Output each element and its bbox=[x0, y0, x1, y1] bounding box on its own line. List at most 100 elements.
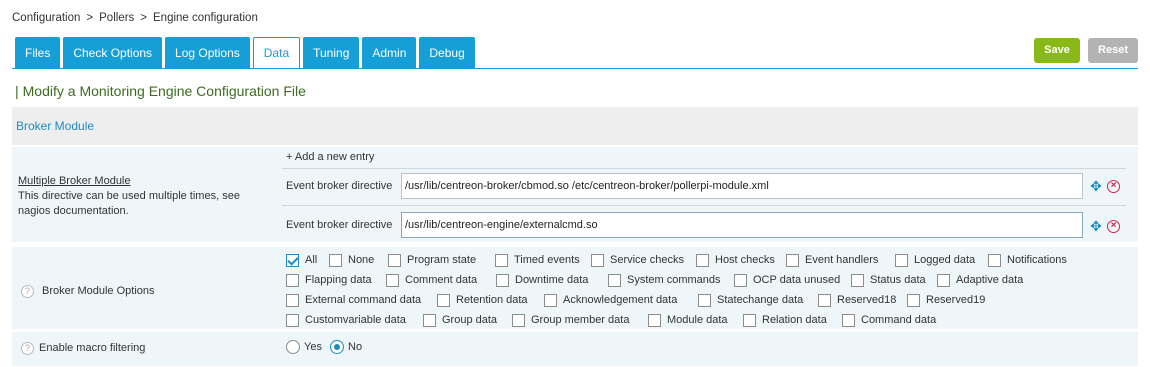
option-downtime-data[interactable]: Downtime data bbox=[496, 273, 588, 287]
option-label: OCP data unused bbox=[753, 274, 841, 286]
move-icon[interactable]: ✥ bbox=[1089, 179, 1103, 193]
option-adaptive-data[interactable]: Adaptive data bbox=[937, 273, 1023, 287]
radio-label: Yes bbox=[304, 341, 322, 353]
option-event-handlers[interactable]: Event handlers bbox=[786, 253, 878, 267]
checkbox[interactable] bbox=[386, 273, 399, 287]
option-label: Event handlers bbox=[805, 254, 879, 266]
option-group-data[interactable]: Group data bbox=[423, 313, 497, 327]
checkbox[interactable] bbox=[743, 313, 756, 327]
option-system-commands[interactable]: System commands bbox=[608, 273, 721, 287]
add-entry-link[interactable]: + Add a new entry bbox=[286, 151, 374, 163]
breadcrumb-configuration[interactable]: Configuration bbox=[12, 12, 80, 24]
option-relation-data[interactable]: Relation data bbox=[743, 313, 827, 327]
option-flapping-data[interactable]: Flapping data bbox=[286, 273, 372, 287]
radio-circle[interactable] bbox=[330, 340, 344, 354]
delete-icon[interactable]: × bbox=[1107, 220, 1120, 233]
checkbox[interactable] bbox=[329, 253, 342, 267]
option-notifications[interactable]: Notifications bbox=[988, 253, 1067, 267]
option-label: Relation data bbox=[762, 314, 827, 326]
tab-check-options[interactable]: Check Options bbox=[63, 37, 163, 69]
checkbox[interactable] bbox=[698, 293, 711, 307]
help-icon[interactable]: ? bbox=[21, 285, 34, 298]
option-label: None bbox=[348, 254, 375, 266]
tab-debug[interactable]: Debug bbox=[419, 37, 475, 69]
checkbox[interactable] bbox=[423, 313, 436, 327]
form-title-bar: | bbox=[15, 83, 19, 99]
option-group-member-data[interactable]: Group member data bbox=[512, 313, 629, 327]
checkbox[interactable] bbox=[286, 313, 299, 327]
checkbox[interactable] bbox=[512, 313, 525, 327]
move-icon[interactable]: ✥ bbox=[1089, 219, 1103, 233]
option-label: Timed events bbox=[514, 254, 580, 266]
tab-tuning[interactable]: Tuning bbox=[303, 37, 360, 69]
checkbox[interactable] bbox=[591, 253, 604, 267]
option-ocp-data-unused[interactable]: OCP data unused bbox=[734, 273, 840, 287]
checkbox[interactable] bbox=[851, 273, 864, 287]
checkbox[interactable] bbox=[648, 313, 661, 327]
tab-admin[interactable]: Admin bbox=[362, 37, 417, 69]
option-label: Status data bbox=[870, 274, 926, 286]
option-command-data[interactable]: Command data bbox=[842, 313, 936, 327]
checkbox[interactable] bbox=[786, 253, 799, 267]
option-comment-data[interactable]: Comment data bbox=[386, 273, 477, 287]
tab-files[interactable]: Files bbox=[15, 37, 61, 69]
option-label: Customvariable data bbox=[305, 314, 406, 326]
checkbox[interactable] bbox=[734, 273, 747, 287]
radio-no[interactable]: No bbox=[330, 340, 362, 354]
option-label: Comment data bbox=[405, 274, 478, 286]
event-broker-directive-input-1[interactable]: /usr/lib/centreon-broker/cbmod.so /etc/c… bbox=[401, 173, 1083, 199]
save-button[interactable]: Save bbox=[1034, 38, 1080, 63]
option-reserved19[interactable]: Reserved19 bbox=[907, 293, 985, 307]
option-retention-data[interactable]: Retention data bbox=[437, 293, 528, 307]
checkbox[interactable] bbox=[842, 313, 855, 327]
option-external-command-data[interactable]: External command data bbox=[286, 293, 421, 307]
option-timed-events[interactable]: Timed events bbox=[495, 253, 580, 267]
option-service-checks[interactable]: Service checks bbox=[591, 253, 684, 267]
option-customvariable-data[interactable]: Customvariable data bbox=[286, 313, 406, 327]
checkbox[interactable] bbox=[286, 253, 299, 267]
checkbox[interactable] bbox=[496, 273, 509, 287]
option-status-data[interactable]: Status data bbox=[851, 273, 926, 287]
radio-yes[interactable]: Yes bbox=[286, 340, 322, 354]
option-program-state[interactable]: Program state bbox=[388, 253, 476, 267]
checkbox[interactable] bbox=[937, 273, 950, 287]
event-broker-directive-input-2[interactable]: /usr/lib/centreon-engine/externalcmd.so bbox=[401, 212, 1083, 238]
broker-options-row: ? Broker Module Options All None Program… bbox=[12, 247, 1138, 330]
broker-options-label: Broker Module Options bbox=[42, 285, 155, 297]
help-icon[interactable]: ? bbox=[21, 342, 34, 355]
option-acknowledgement-data[interactable]: Acknowledgement data bbox=[544, 293, 677, 307]
event-broker-directive-label: Event broker directive bbox=[286, 219, 393, 231]
option-none[interactable]: None bbox=[329, 253, 374, 267]
option-logged-data[interactable]: Logged data bbox=[895, 253, 975, 267]
checkbox[interactable] bbox=[907, 293, 920, 307]
checkbox[interactable] bbox=[286, 293, 299, 307]
option-host-checks[interactable]: Host checks bbox=[696, 253, 775, 267]
option-label: Reserved18 bbox=[837, 294, 897, 306]
tabs-divider bbox=[12, 68, 1138, 69]
reset-button[interactable]: Reset bbox=[1088, 38, 1138, 63]
option-label: System commands bbox=[627, 274, 721, 286]
option-all[interactable]: All bbox=[286, 253, 317, 267]
checkbox[interactable] bbox=[437, 293, 450, 307]
checkbox[interactable] bbox=[286, 273, 299, 287]
checkbox[interactable] bbox=[608, 273, 621, 287]
radio-circle[interactable] bbox=[286, 340, 300, 354]
breadcrumb-engine-configuration[interactable]: Engine configuration bbox=[153, 12, 258, 24]
checkbox[interactable] bbox=[696, 253, 709, 267]
option-statechange-data[interactable]: Statechange data bbox=[698, 293, 803, 307]
option-label: All bbox=[305, 254, 318, 266]
checkbox[interactable] bbox=[495, 253, 508, 267]
checkbox[interactable] bbox=[544, 293, 557, 307]
breadcrumb-pollers[interactable]: Pollers bbox=[99, 12, 134, 24]
form-title: | Modify a Monitoring Engine Configuratio… bbox=[15, 83, 306, 99]
option-reserved18[interactable]: Reserved18 bbox=[818, 293, 896, 307]
checkbox[interactable] bbox=[818, 293, 831, 307]
tab-log-options[interactable]: Log Options bbox=[165, 37, 250, 69]
checkbox[interactable] bbox=[895, 253, 908, 267]
checkbox[interactable] bbox=[988, 253, 1001, 267]
option-module-data[interactable]: Module data bbox=[648, 313, 728, 327]
option-label: Downtime data bbox=[515, 274, 589, 286]
checkbox[interactable] bbox=[388, 253, 401, 267]
delete-icon[interactable]: × bbox=[1107, 180, 1120, 193]
tab-data[interactable]: Data bbox=[252, 37, 301, 69]
